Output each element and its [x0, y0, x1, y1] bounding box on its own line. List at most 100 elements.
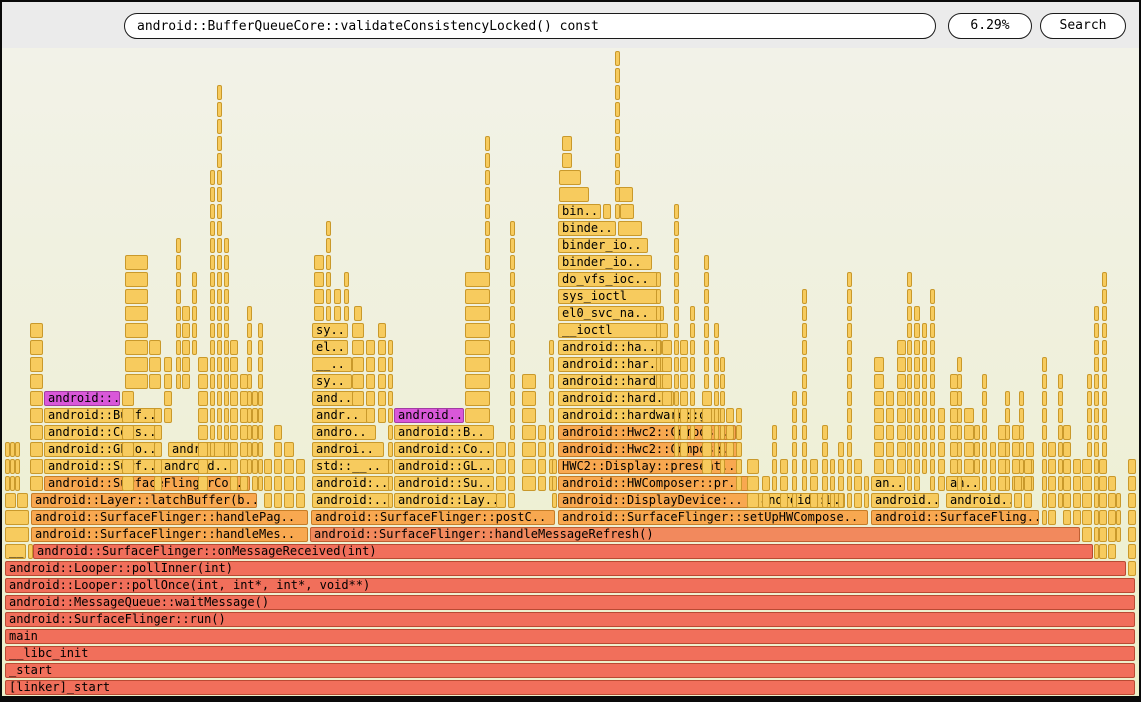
flame-frame[interactable]: android::ha.. — [558, 340, 662, 355]
flame-frame-unlabeled[interactable] — [264, 459, 272, 474]
flame-frame-unlabeled[interactable] — [662, 357, 672, 372]
flame-frame-unlabeled[interactable] — [378, 374, 386, 389]
flame-frame-unlabeled[interactable] — [1094, 425, 1099, 440]
flame-frame-unlabeled[interactable] — [720, 408, 725, 423]
flame-frame[interactable]: android::SurfaceFlingerCo.. — [44, 476, 250, 491]
flame-frame-unlabeled[interactable] — [720, 425, 725, 440]
flame-frame-unlabeled[interactable] — [1073, 459, 1081, 474]
flame-frame-unlabeled[interactable] — [656, 272, 661, 287]
flame-frame[interactable]: android::.. — [44, 391, 120, 406]
flame-frame-unlabeled[interactable] — [388, 459, 393, 474]
flame-frame-unlabeled[interactable] — [538, 476, 546, 491]
flame-frame-unlabeled[interactable] — [1082, 527, 1092, 542]
flame-frame-unlabeled[interactable] — [217, 374, 222, 389]
flame-frame-unlabeled[interactable] — [378, 323, 386, 338]
flame-frame-unlabeled[interactable] — [496, 459, 506, 474]
flame-frame-unlabeled[interactable] — [388, 374, 393, 389]
flame-frame-unlabeled[interactable] — [522, 408, 536, 423]
flame-frame-unlabeled[interactable] — [957, 374, 962, 389]
flame-frame[interactable]: android::hard.. — [558, 374, 670, 389]
flame-frame-unlabeled[interactable] — [922, 374, 927, 389]
flame-frame-unlabeled[interactable] — [838, 476, 844, 491]
flame-frame-unlabeled[interactable] — [930, 306, 935, 321]
flame-frame-unlabeled[interactable] — [897, 425, 906, 440]
flame-frame-unlabeled[interactable] — [176, 289, 181, 304]
flame-frame-unlabeled[interactable] — [217, 323, 222, 338]
flame-frame-unlabeled[interactable] — [792, 459, 797, 474]
flame-frame-unlabeled[interactable] — [122, 391, 134, 406]
flame-frame-unlabeled[interactable] — [792, 425, 797, 440]
flame-frame-unlabeled[interactable] — [922, 340, 927, 355]
flame-frame-unlabeled[interactable] — [176, 238, 181, 253]
flame-frame-unlabeled[interactable] — [802, 459, 807, 474]
flame-frame-unlabeled[interactable] — [615, 153, 620, 168]
flame-frame-unlabeled[interactable] — [674, 425, 679, 440]
flame-frame-unlabeled[interactable] — [914, 374, 920, 389]
flame-frame-unlabeled[interactable] — [1042, 442, 1047, 457]
flame-frame-unlabeled[interactable] — [1108, 493, 1116, 508]
flame-frame-unlabeled[interactable] — [192, 272, 197, 287]
flame-frame-unlabeled[interactable] — [690, 357, 695, 372]
flame-frame[interactable]: an.. — [946, 476, 980, 491]
flame-frame-unlabeled[interactable] — [217, 391, 222, 406]
flame-frame-unlabeled[interactable] — [1014, 476, 1022, 491]
flame-frame-unlabeled[interactable] — [465, 340, 490, 355]
flame-frame-unlabeled[interactable] — [510, 306, 515, 321]
flame-frame-unlabeled[interactable] — [1128, 459, 1136, 474]
flame-frame-unlabeled[interactable] — [1063, 425, 1071, 440]
flame-frame-unlabeled[interactable] — [224, 357, 229, 372]
flame-frame-unlabeled[interactable] — [897, 357, 906, 372]
flame-frame-unlabeled[interactable] — [802, 357, 807, 372]
flame-frame-unlabeled[interactable] — [258, 391, 263, 406]
flame-frame-unlabeled[interactable] — [914, 442, 920, 457]
flame-frame-unlabeled[interactable] — [802, 374, 807, 389]
flame-frame-unlabeled[interactable] — [217, 85, 222, 100]
flame-frame-unlabeled[interactable] — [176, 357, 181, 372]
flame-frame-unlabeled[interactable] — [974, 459, 980, 474]
flame-frame[interactable]: [linker]_start — [5, 680, 1135, 695]
flame-frame-unlabeled[interactable] — [149, 374, 161, 389]
flame-frame-unlabeled[interactable] — [930, 442, 935, 457]
flame-frame-unlabeled[interactable] — [264, 493, 272, 508]
flame-frame-unlabeled[interactable] — [192, 340, 197, 355]
flame-frame-unlabeled[interactable] — [886, 391, 894, 406]
flame-frame-unlabeled[interactable] — [378, 391, 386, 406]
flame-frame-unlabeled[interactable] — [914, 391, 920, 406]
flame-frame-unlabeled[interactable] — [258, 408, 263, 423]
flame-frame-unlabeled[interactable] — [747, 459, 759, 474]
flame-frame-unlabeled[interactable] — [352, 340, 364, 355]
flame-frame-unlabeled[interactable] — [182, 323, 190, 338]
flame-frame-unlabeled[interactable] — [210, 425, 215, 440]
flame-frame-unlabeled[interactable] — [154, 476, 162, 491]
flame-frame-unlabeled[interactable] — [690, 323, 695, 338]
flame-frame-unlabeled[interactable] — [680, 357, 688, 372]
flame-frame-unlabeled[interactable] — [314, 306, 324, 321]
flame-frame[interactable]: android::Layer::latchBuffer(b.. — [31, 493, 257, 508]
flame-frame-unlabeled[interactable] — [559, 170, 581, 185]
flame-frame-unlabeled[interactable] — [854, 476, 862, 491]
flame-frame-unlabeled[interactable] — [549, 442, 554, 457]
flame-frame[interactable]: sys_ioctl — [558, 289, 660, 304]
flame-frame-unlabeled[interactable] — [690, 306, 695, 321]
flame-frame-unlabeled[interactable] — [897, 374, 906, 389]
flame-frame-unlabeled[interactable] — [938, 425, 945, 440]
flame-frame-unlabeled[interactable] — [674, 255, 679, 270]
flame-frame-unlabeled[interactable] — [552, 493, 557, 508]
flame-frame-unlabeled[interactable] — [702, 408, 712, 423]
flame-frame-unlabeled[interactable] — [217, 289, 222, 304]
flame-frame-unlabeled[interactable] — [1099, 493, 1107, 508]
flame-frame-unlabeled[interactable] — [674, 272, 679, 287]
flame-frame-unlabeled[interactable] — [210, 340, 215, 355]
flame-frame-unlabeled[interactable] — [1063, 476, 1071, 491]
flame-frame-unlabeled[interactable] — [30, 476, 43, 491]
flame-frame-unlabeled[interactable] — [907, 272, 912, 287]
flame-frame-unlabeled[interactable] — [1128, 476, 1136, 491]
flame-frame-unlabeled[interactable] — [210, 408, 215, 423]
flame-frame[interactable]: el.. — [312, 340, 348, 355]
flame-frame-unlabeled[interactable] — [1005, 459, 1010, 474]
flame-frame-unlabeled[interactable] — [388, 425, 393, 440]
flame-frame-unlabeled[interactable] — [122, 476, 134, 491]
flame-frame-unlabeled[interactable] — [352, 323, 364, 338]
flame-frame-unlabeled[interactable] — [690, 374, 695, 389]
flame-frame-unlabeled[interactable] — [830, 476, 835, 491]
